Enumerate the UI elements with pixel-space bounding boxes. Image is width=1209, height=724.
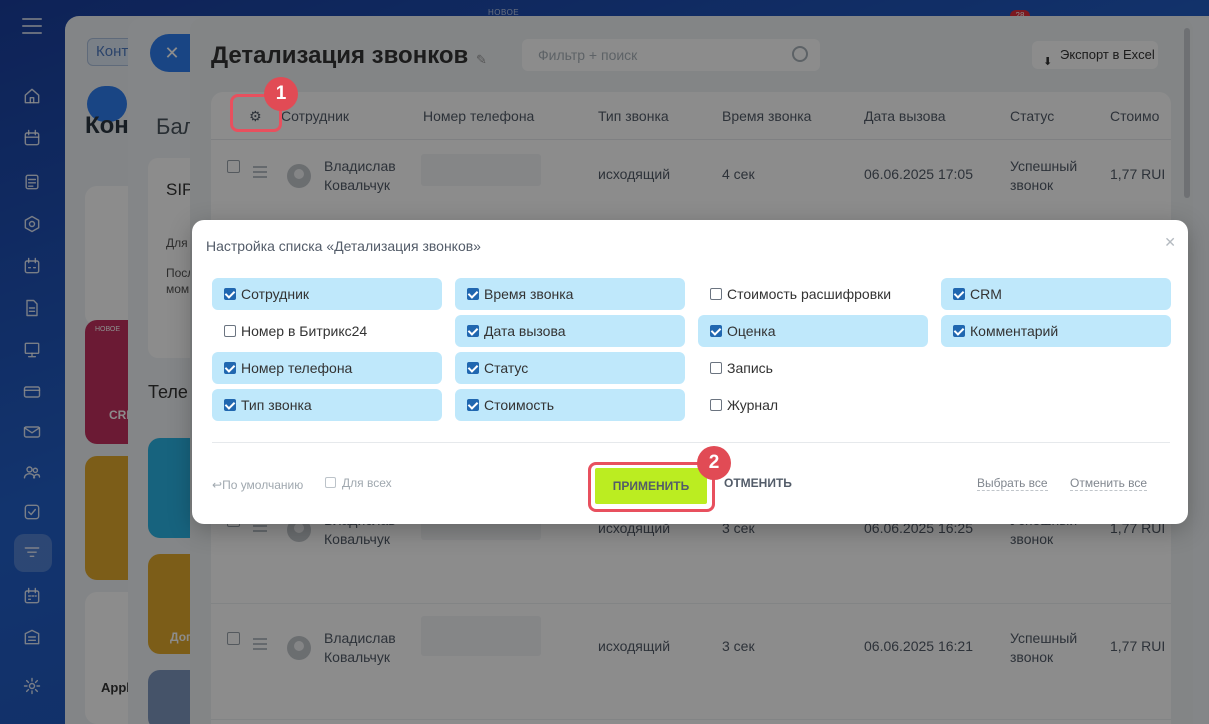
checkbox-icon	[224, 325, 236, 337]
option-call-type[interactable]: Тип звонка	[212, 389, 442, 421]
step-marker-2: 2	[697, 446, 731, 480]
popup-close-icon[interactable]: ✕	[1164, 234, 1176, 251]
option-cost[interactable]: Стоимость	[455, 389, 685, 421]
option-label: Стоимость	[484, 397, 555, 413]
option-label: Сотрудник	[241, 286, 310, 302]
checkbox-icon	[710, 288, 722, 300]
checkbox-icon	[467, 288, 479, 300]
option-b24-number[interactable]: Номер в Битрикс24	[212, 315, 442, 347]
option-employee[interactable]: Сотрудник	[212, 278, 442, 310]
select-all-link[interactable]: Выбрать все	[977, 476, 1048, 491]
highlight-apply	[588, 462, 715, 512]
popup-divider	[212, 442, 1170, 443]
option-label: Стоимость расшифровки	[727, 286, 892, 302]
checkbox-icon	[325, 477, 336, 488]
option-label: Дата вызова	[484, 323, 566, 339]
checkbox-icon	[710, 399, 722, 411]
popup-title: Настройка списка «Детализация звонков»	[206, 238, 481, 254]
checkbox-icon	[467, 325, 479, 337]
option-label: Журнал	[727, 397, 779, 413]
checkbox-icon	[224, 362, 236, 374]
reset-default-label: По умолчанию	[222, 478, 304, 492]
option-label: Номер телефона	[241, 360, 353, 376]
option-label: Время звонка	[484, 286, 574, 302]
checkbox-icon	[710, 362, 722, 374]
reset-arrow-icon: ↩	[212, 478, 223, 492]
checkbox-icon	[224, 399, 236, 411]
checkbox-icon	[467, 399, 479, 411]
option-recording[interactable]: Запись	[698, 352, 928, 384]
cancel-button[interactable]: ОТМЕНИТЬ	[724, 476, 792, 490]
option-log[interactable]: Журнал	[698, 389, 928, 421]
option-label: Комментарий	[970, 323, 1059, 339]
option-call-date[interactable]: Дата вызова	[455, 315, 685, 347]
checkbox-icon	[467, 362, 479, 374]
option-call-duration[interactable]: Время звонка	[455, 278, 685, 310]
option-transcription-cost[interactable]: Стоимость расшифровки	[698, 278, 928, 310]
option-label: Статус	[484, 360, 529, 376]
checkbox-icon	[953, 288, 965, 300]
option-label: Тип звонка	[241, 397, 312, 413]
reset-default-link[interactable]: ↩По умолчанию	[212, 478, 303, 492]
checkbox-icon	[710, 325, 722, 337]
checkbox-icon	[224, 288, 236, 300]
deselect-all-link[interactable]: Отменить все	[1070, 476, 1148, 491]
checkbox-icon	[953, 325, 965, 337]
step-marker-1: 1	[264, 77, 298, 111]
option-label: CRM	[970, 286, 1002, 302]
option-label: Запись	[727, 360, 773, 376]
option-comment[interactable]: Комментарий	[941, 315, 1171, 347]
option-crm[interactable]: CRM	[941, 278, 1171, 310]
option-label: Оценка	[727, 323, 776, 339]
for-all-checkbox[interactable]: Для всех	[325, 476, 392, 490]
option-status[interactable]: Статус	[455, 352, 685, 384]
option-rating[interactable]: Оценка	[698, 315, 928, 347]
for-all-label: Для всех	[342, 476, 392, 490]
option-label: Номер в Битрикс24	[241, 323, 368, 339]
option-phone-number[interactable]: Номер телефона	[212, 352, 442, 384]
